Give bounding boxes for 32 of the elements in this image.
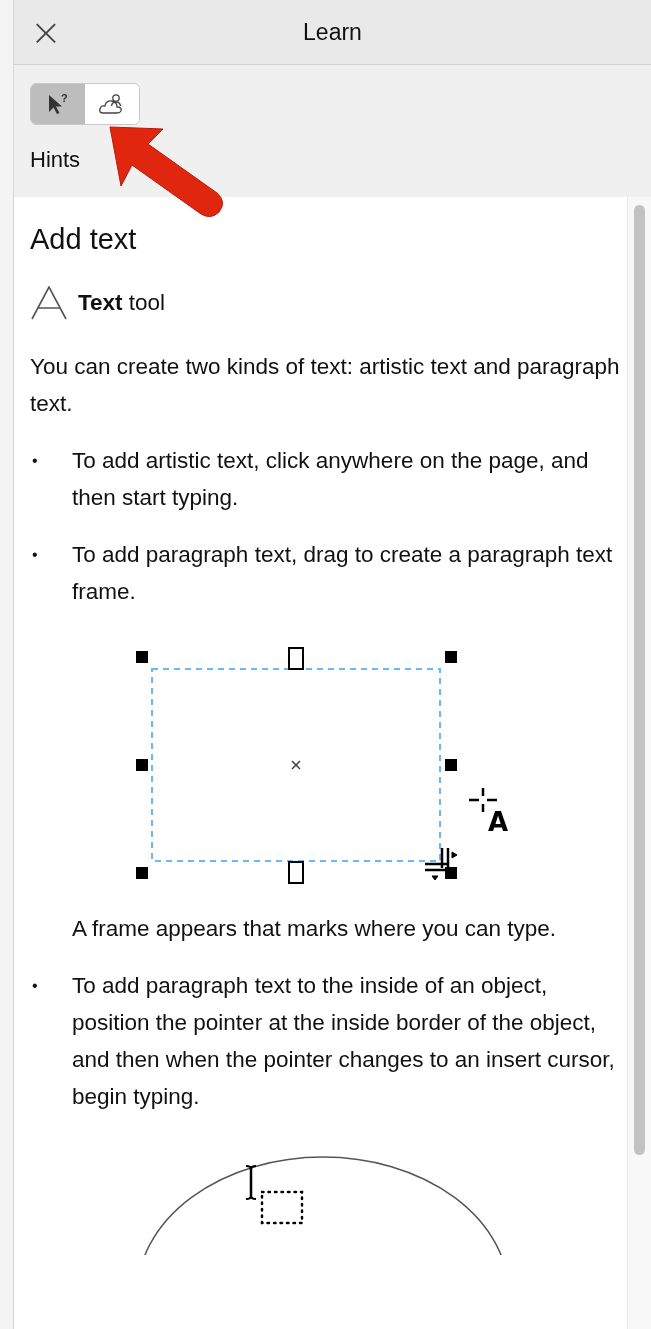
- paragraph: You can create two kinds of text: artistic text and paragraph text.: [30, 353, 621, 418]
- close-button[interactable]: ×: [26, 13, 66, 51]
- tool-name: Text tool: [78, 290, 166, 316]
- text-tool-icon: [30, 286, 68, 320]
- selection-handle[interactable]: [136, 867, 148, 879]
- selection-handle[interactable]: [445, 651, 457, 663]
- crosshair-icon: [469, 788, 497, 812]
- resize-cursor-icon: [425, 848, 458, 881]
- paragraph: A frame appears that marks where you can type.: [72, 915, 557, 943]
- bullet-mark: •: [31, 545, 39, 565]
- text-cursor-icon: [245, 1165, 257, 1200]
- dotted-frame: [260, 1190, 304, 1225]
- cursor-letter: A: [488, 807, 509, 837]
- panel-title: Learn: [303, 18, 362, 46]
- selection-handle[interactable]: [445, 867, 457, 879]
- selection-handle[interactable]: [136, 651, 148, 663]
- selection-handle[interactable]: [288, 861, 304, 884]
- selection-handle[interactable]: [288, 647, 304, 670]
- bullet-mark: •: [31, 976, 39, 996]
- selection-handle[interactable]: [445, 759, 457, 771]
- center-mark-icon: [291, 760, 301, 770]
- list-item-text: To add artistic text, click anywhere on the page, and then start typing.: [72, 447, 590, 512]
- mode-button[interactable]: ?: [31, 84, 85, 124]
- scrollbar-thumb[interactable]: [634, 205, 645, 1155]
- bullet-mark: •: [31, 451, 39, 471]
- mode-label: Hints: [30, 147, 82, 173]
- selection-handle[interactable]: [136, 759, 148, 771]
- list-item-text: To add paragraph text, drag to create a paragraph text frame.: [72, 541, 614, 606]
- scrollbar[interactable]: [627, 197, 651, 1329]
- section-heading: Add text: [30, 223, 138, 256]
- cloud-person-icon: [99, 92, 125, 116]
- list-item-text: To add paragraph text to the inside of an object, position the pointer at the inside border of the object, and then when the pointer changes to an insert cursor, begin typing.: [72, 972, 616, 1111]
